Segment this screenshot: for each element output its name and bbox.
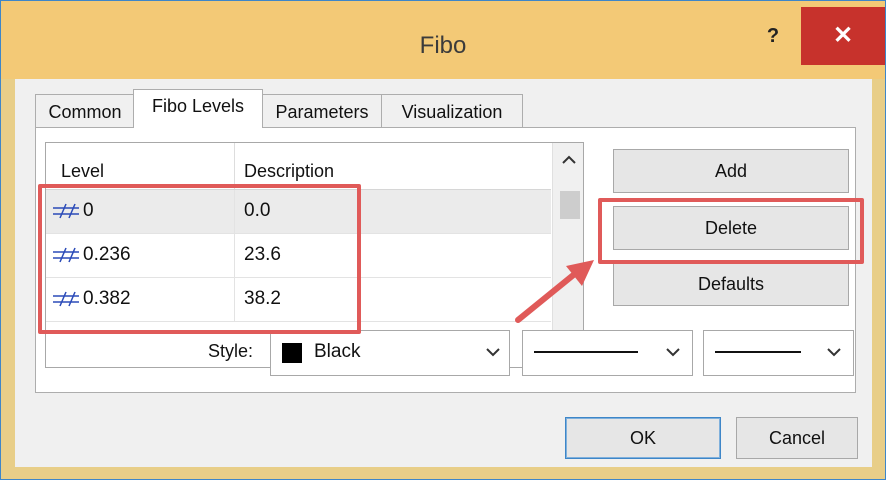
ok-button[interactable]: OK — [565, 417, 721, 459]
cancel-button[interactable]: Cancel — [736, 417, 858, 459]
close-button[interactable]: ✕ — [801, 7, 885, 65]
line-width-select[interactable] — [703, 330, 854, 376]
levels-list-header: Level Description — [46, 143, 551, 190]
title-bar[interactable]: Fibo ? ✕ — [1, 1, 885, 79]
scroll-thumb[interactable] — [560, 191, 580, 219]
column-header-description[interactable]: Description — [244, 161, 334, 182]
add-button[interactable]: Add — [613, 149, 849, 193]
column-divider — [234, 143, 235, 189]
chevron-down-icon — [486, 348, 500, 357]
window-title: Fibo — [419, 32, 467, 59]
delete-highlight-box — [598, 198, 864, 264]
help-button[interactable]: ? — [762, 21, 784, 51]
column-header-level[interactable]: Level — [61, 161, 104, 182]
chevron-down-icon — [666, 348, 680, 357]
color-select-value: Black — [314, 341, 361, 362]
scroll-up-icon[interactable] — [562, 155, 576, 165]
arrow-icon — [515, 260, 594, 323]
color-swatch — [282, 343, 302, 363]
line-width-sample — [715, 351, 801, 353]
defaults-button[interactable]: Defaults — [613, 262, 849, 306]
color-select[interactable]: Black — [270, 330, 510, 376]
tab-visualization[interactable]: Visualization — [381, 94, 523, 128]
tab-parameters[interactable]: Parameters — [261, 94, 383, 128]
chevron-down-icon — [827, 348, 841, 357]
tab-fibo-levels[interactable]: Fibo Levels — [133, 89, 263, 128]
style-label: Style: — [208, 341, 254, 361]
line-style-select[interactable] — [522, 330, 693, 376]
levels-highlight-box — [38, 184, 361, 334]
tab-common[interactable]: Common — [35, 94, 135, 128]
line-style-sample — [534, 351, 638, 353]
